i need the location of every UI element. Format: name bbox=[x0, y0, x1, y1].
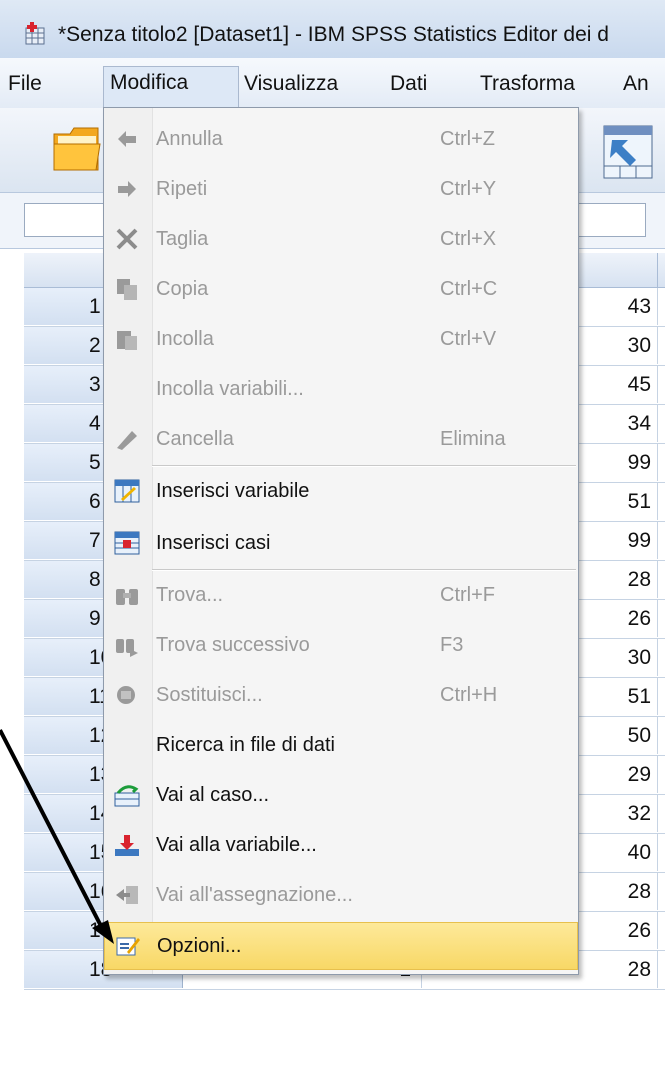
insert-cases-icon bbox=[114, 531, 140, 555]
menu-trasforma[interactable]: Trasforma bbox=[474, 68, 581, 100]
menu-item-go-to-assignment[interactable]: Vai all'assegnazione... bbox=[104, 872, 578, 918]
data-table-icon[interactable] bbox=[602, 124, 654, 180]
find-next-icon bbox=[116, 639, 138, 657]
menu-file[interactable]: File bbox=[2, 68, 48, 100]
menu-item-find[interactable]: Trova... Ctrl+F bbox=[104, 572, 578, 618]
menu-item-redo[interactable]: Ripeti Ctrl+Y bbox=[104, 166, 578, 212]
redo-icon bbox=[118, 181, 136, 197]
menu-item-clear[interactable]: Cancella Elimina bbox=[104, 416, 578, 462]
menu-bar: File Modifica Visualizza Dati Trasforma … bbox=[0, 58, 665, 109]
goto-case-icon bbox=[114, 785, 140, 807]
menu-separator bbox=[152, 569, 576, 571]
goto-assignment-icon bbox=[116, 886, 138, 904]
menu-separator bbox=[152, 465, 576, 467]
open-folder-icon[interactable] bbox=[52, 122, 102, 174]
menu-visualizza[interactable]: Visualizza bbox=[238, 68, 344, 100]
menu-item-replace[interactable]: Sostituisci... Ctrl+H bbox=[104, 672, 578, 718]
menu-item-insert-cases[interactable]: Inserisci casi bbox=[104, 520, 578, 566]
undo-icon bbox=[118, 131, 136, 147]
insert-variable-icon bbox=[114, 479, 140, 503]
eraser-icon bbox=[117, 431, 137, 450]
menu-item-paste[interactable]: Incolla Ctrl+V bbox=[104, 316, 578, 362]
menu-modifica[interactable]: Modifica bbox=[103, 66, 239, 109]
menu-item-copy[interactable]: Copia Ctrl+C bbox=[104, 266, 578, 312]
binoculars-icon bbox=[116, 589, 138, 605]
menu-item-go-to-variable[interactable]: Vai alla variabile... bbox=[104, 822, 578, 868]
cut-icon bbox=[116, 228, 138, 250]
menu-dati[interactable]: Dati bbox=[384, 68, 433, 100]
edit-menu-dropdown: Annulla Ctrl+Z Ripeti Ctrl+Y Taglia Ctrl… bbox=[103, 107, 579, 975]
paste-icon bbox=[117, 331, 137, 350]
title-bar: *Senza titolo2 [Dataset1] - IBM SPSS Sta… bbox=[0, 0, 665, 59]
menu-item-paste-variables[interactable]: Incolla variabili... bbox=[104, 366, 578, 412]
menu-analizza[interactable]: An bbox=[617, 68, 655, 100]
menu-item-undo[interactable]: Annulla Ctrl+Z bbox=[104, 116, 578, 162]
menu-item-find-next[interactable]: Trova successivo F3 bbox=[104, 622, 578, 668]
goto-variable-icon bbox=[115, 835, 139, 856]
spss-app-icon bbox=[25, 22, 45, 45]
copy-icon bbox=[117, 279, 137, 300]
replace-icon bbox=[117, 686, 135, 704]
menu-item-search-data-files[interactable]: Ricerca in file di dati bbox=[104, 722, 578, 768]
menu-item-options[interactable]: Opzioni... bbox=[104, 922, 578, 970]
menu-item-insert-variable[interactable]: Inserisci variabile bbox=[104, 468, 578, 514]
options-icon bbox=[116, 937, 140, 956]
menu-item-go-to-case[interactable]: Vai al caso... bbox=[104, 772, 578, 818]
menu-item-cut[interactable]: Taglia Ctrl+X bbox=[104, 216, 578, 262]
window-title: *Senza titolo2 [Dataset1] - IBM SPSS Sta… bbox=[58, 23, 609, 46]
